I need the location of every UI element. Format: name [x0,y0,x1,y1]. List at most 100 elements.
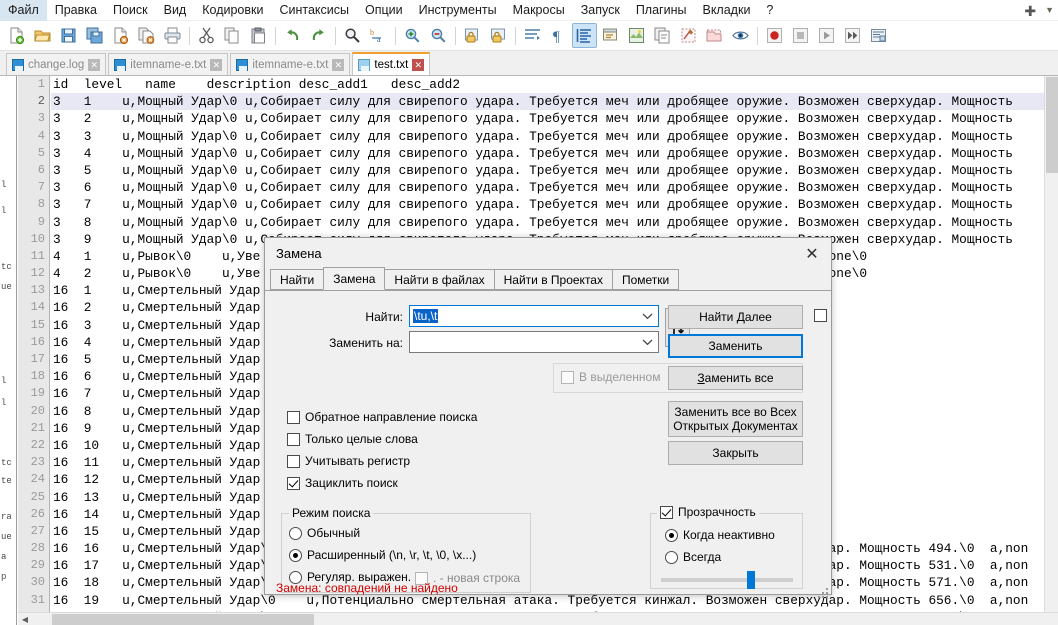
code-line[interactable]: 3 6 u,Мощный Удар\0 u,Собирает силу для … [51,179,1058,196]
menu-item-tools[interactable]: Инструменты [411,0,505,21]
new-file-icon[interactable] [4,23,29,48]
resize-grip-icon[interactable] [817,587,829,599]
close-file-icon[interactable] [108,23,133,48]
menu-item-file[interactable]: Файл [0,0,47,21]
menu-item-encoding[interactable]: Кодировки [194,0,271,21]
tab-marks[interactable]: Пометки [611,269,680,290]
find-next-button[interactable]: Найти Далее [668,305,803,329]
code-line[interactable]: 3 8 u,Мощный Удар\0 u,Собирает силу для … [51,214,1058,231]
scroll-left-arrow-icon[interactable]: ◀ [18,613,32,625]
line-number: 1 [37,77,45,91]
slider-thumb[interactable] [747,571,755,589]
code-line[interactable]: 3 1 u,Мощный Удар\0 u,Собирает силу для … [51,93,1058,111]
replace-icon[interactable]: b a [366,23,391,48]
search-mode-extended-radio[interactable]: Расширенный (\n, \r, \t, \0, \x...) [289,548,476,562]
plus-icon[interactable]: ✚ [1024,4,1036,18]
wrap-around-checkbox[interactable]: Зациклить поиск [287,476,398,490]
find-icon[interactable] [340,23,365,48]
eye-icon[interactable] [728,23,753,48]
close-icon[interactable]: ✕ [210,58,223,71]
tab-find-in-projects[interactable]: Найти в Проектах [493,269,613,290]
tab-find-in-files[interactable]: Найти в файлах [384,269,495,290]
tab-change-log[interactable]: change.log ✕ [6,53,107,75]
menu-item-view[interactable]: Вид [156,0,195,21]
tab-itemname-e-1[interactable]: itemname-e.txt ✕ [108,53,229,75]
save-icon[interactable] [56,23,81,48]
replace-all-opened-button[interactable]: Заменить все во Всех Открытых Документах [668,401,803,437]
print-icon[interactable] [160,23,185,48]
run-macro-multiple-icon[interactable] [840,23,865,48]
close-icon[interactable]: ✕ [412,58,425,71]
replace-button[interactable]: Заменить [668,334,803,358]
backward-direction-checkbox[interactable]: Обратное направление поиска [287,410,477,424]
tab-test-txt[interactable]: test.txt ✕ [352,52,431,75]
close-icon[interactable]: ✕ [797,242,827,266]
folder-workspace-icon[interactable] [676,23,701,48]
chevron-down-icon[interactable]: ▼ [1045,6,1054,15]
transparency-checkbox[interactable]: Прозрачность [657,505,759,519]
keep-open-checkbox[interactable] [814,309,827,322]
code-line[interactable]: 3 4 u,Мощный Удар\0 u,Собирает силу для … [51,145,1058,162]
function-list-icon[interactable] [650,23,675,48]
dialog-title-bar[interactable]: Замена [265,238,831,268]
stop-macro-icon[interactable] [788,23,813,48]
menu-item-settings[interactable]: Опции [357,0,411,21]
monitoring-icon[interactable] [702,23,727,48]
redo-icon[interactable] [306,23,331,48]
user-defined-dialog-icon[interactable] [598,23,623,48]
tab-replace[interactable]: Замена [323,267,386,290]
menu-item-macro[interactable]: Макросы [505,0,573,21]
document-map-icon[interactable] [624,23,649,48]
close-all-icon[interactable] [134,23,159,48]
tab-itemname-e-2[interactable]: itemname-e.txt ✕ [230,53,351,75]
tab-find[interactable]: Найти [270,269,325,290]
search-mode-normal-radio[interactable]: Обычный [289,526,360,540]
menu-item-search[interactable]: Поиск [105,0,156,21]
save-macro-icon[interactable] [866,23,891,48]
vertical-scrollbar[interactable] [1044,76,1058,625]
close-icon[interactable]: ✕ [332,58,345,71]
copy-icon[interactable] [220,23,245,48]
close-icon[interactable]: ✕ [88,58,101,71]
chevron-down-icon[interactable] [641,336,654,349]
code-line[interactable]: 3 2 u,Мощный Удар\0 u,Собирает силу для … [51,110,1058,127]
menu-item-language[interactable]: Синтаксисы [271,0,357,21]
undo-icon[interactable] [280,23,305,48]
zoom-in-icon[interactable] [400,23,425,48]
replace-input[interactable] [409,331,659,353]
cut-icon[interactable] [194,23,219,48]
word-wrap-icon[interactable] [520,23,545,48]
chevron-down-icon[interactable] [641,310,654,323]
code-line[interactable]: 3 7 u,Мощный Удар\0 u,Собирает силу для … [51,196,1058,213]
replace-all-button[interactable]: Заменить все [668,366,803,390]
paste-icon[interactable] [246,23,271,48]
code-line[interactable]: 3 3 u,Мощный Удар\0 u,Собирает силу для … [51,128,1058,145]
menu-item-help[interactable]: ? [758,0,781,21]
horizontal-scrollbar-thumb[interactable] [52,614,314,625]
code-line[interactable]: 3 5 u,Мощный Удар\0 u,Собирает силу для … [51,162,1058,179]
vertical-scrollbar-thumb[interactable] [1046,77,1058,173]
transparency-slider[interactable] [661,570,793,590]
menu-item-plugins[interactable]: Плагины [628,0,695,21]
match-case-checkbox[interactable]: Учитывать регистр [287,454,410,468]
open-file-icon[interactable] [30,23,55,48]
docked-side-panel[interactable]: l l tc ue l l tc te ra ue a p [0,76,17,625]
menu-item-run[interactable]: Запуск [573,0,628,21]
close-button[interactable]: Закрыть [668,441,803,465]
show-all-chars-icon[interactable]: ¶ [546,23,571,48]
menu-item-window[interactable]: Вкладки [694,0,758,21]
find-input[interactable]: \tu,\t [409,305,659,327]
record-macro-icon[interactable] [762,23,787,48]
menu-item-edit[interactable]: Правка [47,0,105,21]
whole-word-checkbox[interactable]: Только целые слова [287,432,418,446]
zoom-out-icon[interactable] [426,23,451,48]
sync-horizontal-scroll-icon[interactable] [486,23,511,48]
transparency-always-radio[interactable]: Всегда [665,550,721,564]
horizontal-scrollbar[interactable]: ◀ [18,612,1058,625]
indent-guide-icon[interactable] [572,23,597,48]
sync-vertical-scroll-icon[interactable] [460,23,485,48]
save-all-icon[interactable] [82,23,107,48]
play-macro-icon[interactable] [814,23,839,48]
code-line[interactable]: id level name description desc_add1 desc… [51,76,1058,93]
transparency-when-inactive-radio[interactable]: Когда неактивно [665,528,775,542]
